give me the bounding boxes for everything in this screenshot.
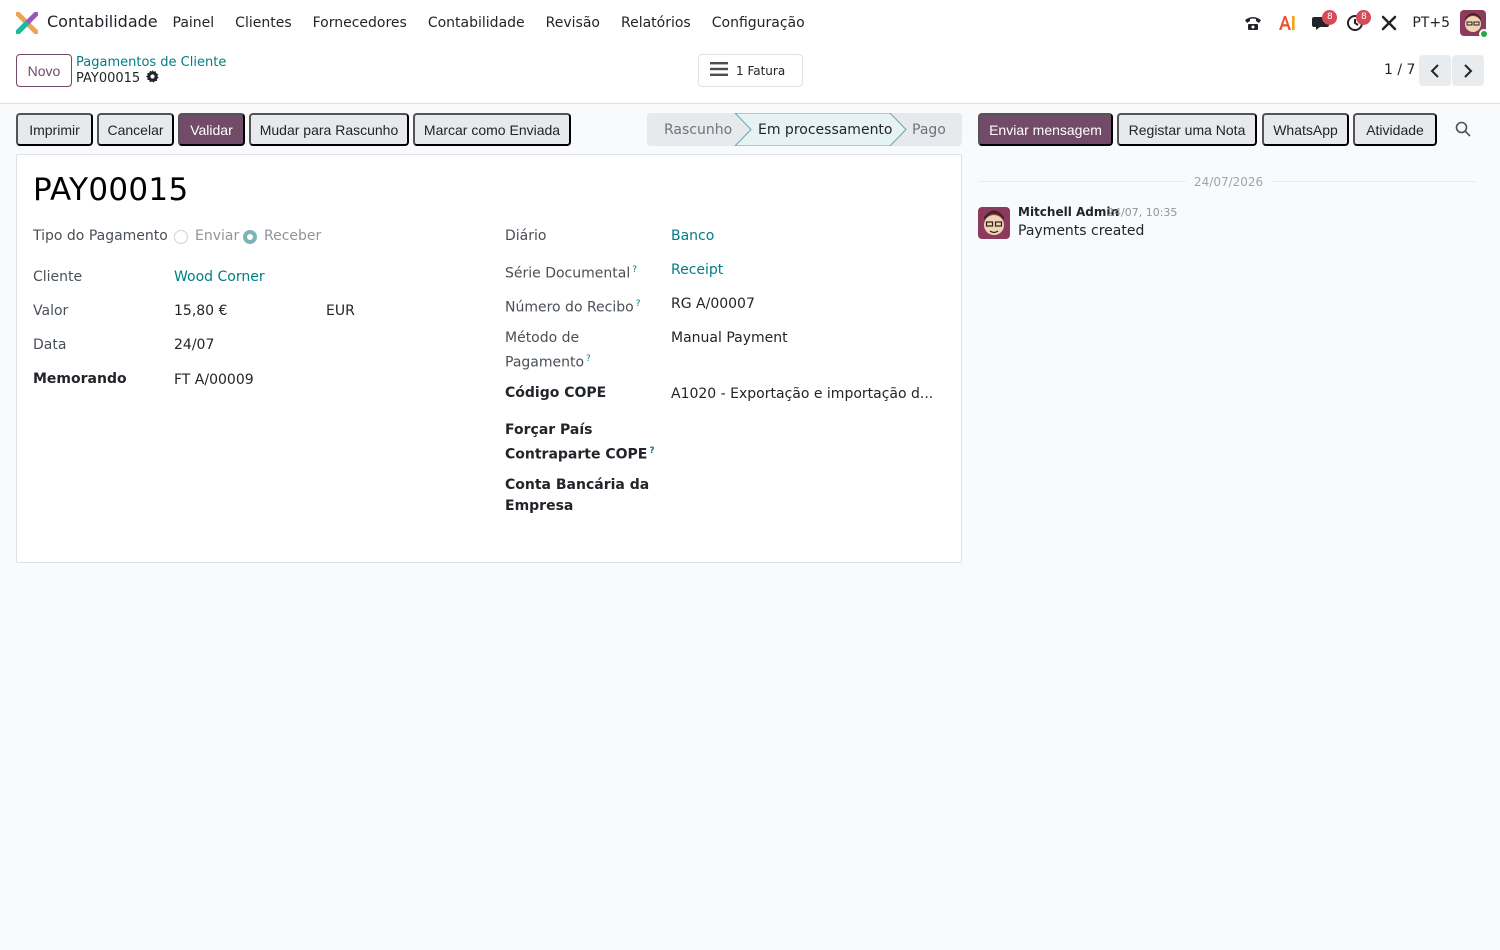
payment-type-receive-label[interactable]: Receber — [264, 226, 321, 247]
form-sheet: PAY00015 Tipo do Pagamento Enviar Recebe… — [16, 154, 962, 563]
search-icon[interactable] — [1455, 121, 1471, 141]
payment-method-label-line2: Pagamento? — [505, 349, 591, 374]
message-body: Payments created — [1018, 223, 1145, 239]
memo-field[interactable]: FT A/00009 — [174, 370, 254, 391]
user-avatar[interactable] — [1460, 10, 1489, 39]
cope-code-field[interactable]: A1020 - Exportação e importação d... — [671, 384, 933, 405]
systray: 8 8 PT+5 — [1236, 0, 1489, 46]
invoice-smart-button-label: 1 Fatura — [736, 63, 786, 78]
form-statusbar: Imprimir Cancelar Validar Mudar para Ras… — [0, 105, 1500, 153]
amount-field[interactable]: 15,80 € — [174, 301, 227, 322]
series-label-text: Série Documental — [505, 265, 631, 282]
force-country-help-icon[interactable]: ? — [649, 446, 654, 456]
payment-type-receive-radio[interactable] — [243, 230, 257, 244]
series-field[interactable]: Receipt — [671, 260, 723, 281]
menu-item-clientes[interactable]: Clientes — [225, 15, 302, 31]
main-menu: Painel Clientes Fornecedores Contabilida… — [162, 0, 815, 46]
list-icon — [710, 62, 728, 79]
record-title: PAY00015 — [33, 172, 189, 208]
force-country-label-line2: Contraparte COPE? — [505, 441, 655, 466]
status-paid[interactable]: Pago — [912, 113, 946, 146]
menu-item-configuracao[interactable]: Configuração — [701, 15, 815, 31]
receipt-number-label: Número do Recibo? — [505, 294, 641, 319]
status-in-process[interactable]: Em processamento — [758, 113, 893, 146]
payment-method-label-text: Pagamento — [505, 354, 585, 371]
messages-icon[interactable]: 8 — [1304, 0, 1338, 46]
validate-button[interactable]: Validar — [178, 113, 245, 146]
payment-type-send-radio[interactable] — [174, 230, 188, 244]
chevron-right-icon — [1464, 63, 1473, 78]
series-label: Série Documental? — [505, 260, 637, 285]
force-country-field[interactable] — [671, 420, 921, 441]
receipt-number-label-text: Número do Recibo — [505, 299, 634, 316]
control-panel: Novo Pagamentos de Cliente PAY00015 1 Fa… — [0, 46, 1500, 104]
series-help-icon[interactable]: ? — [632, 265, 637, 275]
payment-method-label-line1: Método de — [505, 330, 580, 346]
message-author[interactable]: Mitchell Admin — [1018, 205, 1119, 219]
menu-item-relatorios[interactable]: Relatórios — [610, 15, 701, 31]
company-switcher[interactable]: PT+5 — [1412, 15, 1450, 31]
receipt-number-help-icon[interactable]: ? — [636, 299, 641, 309]
journal-field[interactable]: Banco — [671, 226, 714, 247]
status-pipeline: Rascunho Em processamento Pago — [647, 113, 962, 146]
phone-icon[interactable] — [1236, 0, 1270, 46]
customer-label: Cliente — [33, 269, 83, 285]
force-country-label-text: Contraparte COPE — [505, 446, 648, 463]
menu-item-painel[interactable]: Painel — [162, 15, 225, 31]
date-label: Data — [33, 337, 67, 353]
force-country-label-line1: Forçar País — [505, 422, 593, 438]
app-logo-icon[interactable] — [15, 11, 39, 35]
print-button[interactable]: Imprimir — [16, 113, 93, 146]
journal-label: Diário — [505, 228, 547, 244]
status-draft[interactable]: Rascunho — [664, 113, 732, 146]
pager-previous-button[interactable] — [1419, 55, 1451, 86]
breadcrumb-current-label: PAY00015 — [76, 71, 141, 86]
company-bank-field[interactable] — [671, 475, 921, 496]
new-button[interactable]: Novo — [16, 54, 72, 87]
activities-icon[interactable]: 8 — [1338, 0, 1372, 46]
log-note-button[interactable]: Registar uma Nota — [1117, 113, 1257, 146]
payment-type-send-label[interactable]: Enviar — [195, 226, 239, 247]
gear-icon[interactable] — [146, 70, 159, 87]
breadcrumb-current: PAY00015 — [76, 70, 159, 87]
activity-button[interactable]: Atividade — [1353, 113, 1437, 146]
menu-item-fornecedores[interactable]: Fornecedores — [302, 15, 417, 31]
pager-next-button[interactable] — [1452, 55, 1484, 86]
company-bank-label-line1: Conta Bancária da — [505, 477, 650, 493]
cope-code-label: Código COPE — [505, 385, 607, 401]
chevron-left-icon — [1430, 63, 1439, 78]
amount-label: Valor — [33, 303, 69, 319]
breadcrumb-parent[interactable]: Pagamentos de Cliente — [76, 55, 226, 70]
message-timestamp: 24/07, 10:35 — [1107, 206, 1178, 219]
menu-item-contabilidade[interactable]: Contabilidade — [417, 15, 535, 31]
receipt-number-field[interactable]: RG A/00007 — [671, 294, 755, 315]
date-separator: 24/07/2026 — [1186, 175, 1272, 189]
currency-field[interactable]: EUR — [326, 301, 355, 322]
activities-badge: 8 — [1356, 10, 1372, 25]
cancel-button[interactable]: Cancelar — [97, 113, 174, 146]
payment-method-field[interactable]: Manual Payment — [671, 328, 788, 349]
message-author-avatar[interactable] — [978, 207, 1010, 239]
menu-item-revisao[interactable]: Revisão — [535, 15, 610, 31]
payment-type-label: Tipo do Pagamento — [33, 228, 168, 244]
mark-as-sent-button[interactable]: Marcar como Enviada — [413, 113, 571, 146]
ai-icon[interactable] — [1270, 0, 1304, 46]
tools-icon[interactable] — [1372, 0, 1406, 46]
invoice-smart-button[interactable]: 1 Fatura — [698, 54, 803, 87]
pager-value[interactable]: 1 / 7 — [1384, 62, 1415, 78]
date-field[interactable]: 24/07 — [174, 335, 214, 356]
company-bank-label-line2: Empresa — [505, 498, 574, 514]
customer-field[interactable]: Wood Corner — [174, 267, 265, 288]
reset-to-draft-button[interactable]: Mudar para Rascunho — [249, 113, 409, 146]
payment-method-help-icon[interactable]: ? — [586, 354, 591, 364]
send-message-button[interactable]: Enviar mensagem — [978, 113, 1113, 146]
online-status-dot — [1479, 29, 1489, 39]
top-navbar: Contabilidade Painel Clientes Fornecedor… — [0, 0, 1500, 46]
whatsapp-button[interactable]: WhatsApp — [1262, 113, 1349, 146]
app-name[interactable]: Contabilidade — [47, 12, 158, 31]
memo-label: Memorando — [33, 371, 127, 387]
messages-badge: 8 — [1322, 10, 1338, 25]
